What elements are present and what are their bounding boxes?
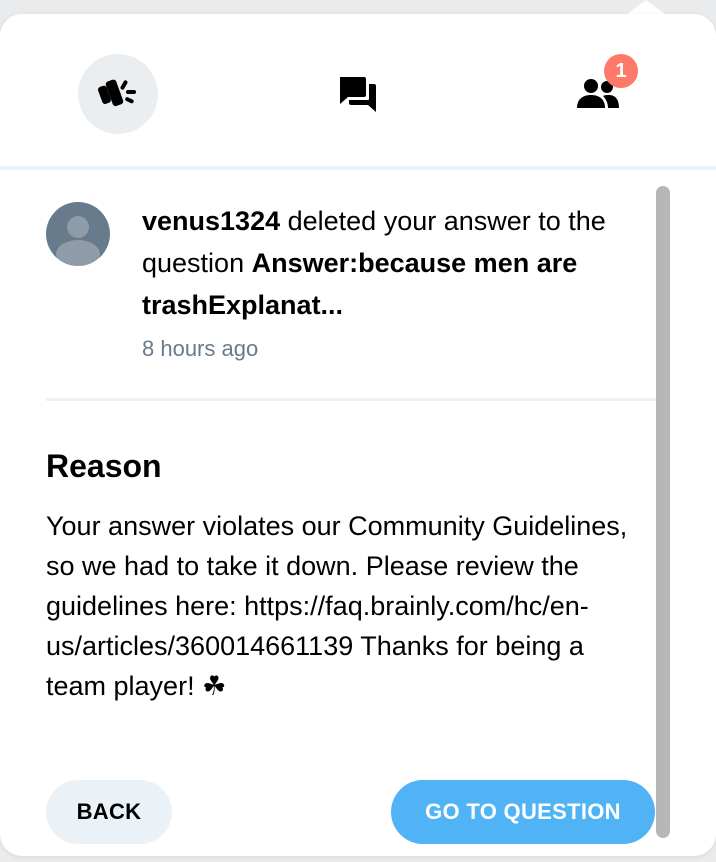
notification-tabs: 1 — [0, 14, 716, 170]
default-avatar-icon — [56, 216, 100, 266]
chat-bubbles-icon — [340, 77, 376, 112]
avatar — [46, 202, 110, 266]
scrollbar[interactable] — [656, 186, 670, 838]
reason-text: Your answer violates our Community Guide… — [46, 511, 628, 701]
notification-badge: 1 — [604, 54, 638, 88]
notifications-panel: 1 venus1324 deleted your answer to the q… — [0, 14, 716, 856]
timestamp: 8 hours ago — [142, 336, 259, 361]
megaphone-icon — [98, 79, 136, 107]
divider — [46, 398, 656, 401]
go-to-question-button[interactable]: GO TO QUESTION — [391, 780, 655, 844]
username-link[interactable]: venus1324 — [142, 206, 280, 236]
reason-heading: Reason — [46, 448, 162, 484]
tab-announcements[interactable] — [78, 54, 158, 134]
back-button[interactable]: BACK — [46, 780, 172, 844]
tab-messages[interactable] — [318, 54, 398, 134]
notification-message: venus1324 deleted your answer to the que… — [142, 200, 656, 326]
notification-detail: venus1324 deleted your answer to the que… — [0, 170, 716, 856]
